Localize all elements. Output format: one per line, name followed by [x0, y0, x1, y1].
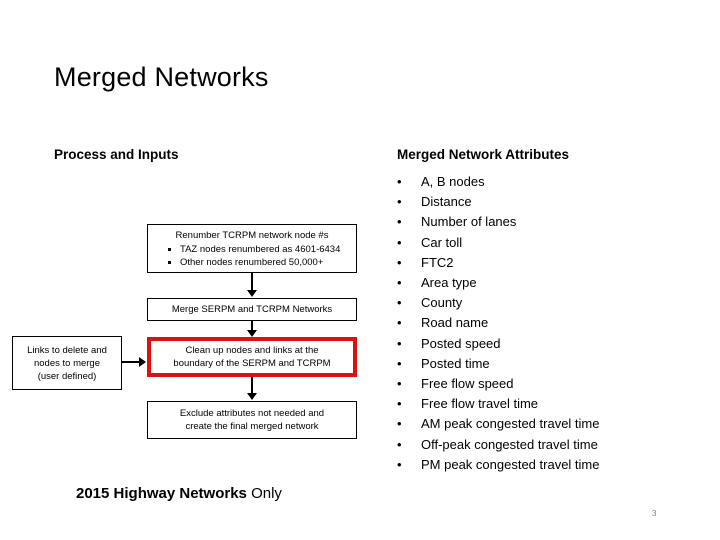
- flow-box-exclude-line1: Exclude attributes not needed and: [179, 408, 325, 419]
- merged-network-attributes-heading: Merged Network Attributes: [397, 147, 570, 162]
- list-item: Distance: [393, 192, 693, 212]
- list-item: Number of lanes: [393, 212, 693, 232]
- flowchart: Renumber TCRPM network node #s TAZ nodes…: [0, 0, 390, 540]
- flow-box-merge-label: Merge SERPM and TCRPM Networks: [171, 304, 333, 315]
- footer-note-strong: 2015 Highway Networks: [76, 485, 247, 502]
- flow-box-links-line3: (user defined): [37, 370, 97, 382]
- merged-network-attributes-list: A, B nodes Distance Number of lanes Car …: [393, 172, 693, 475]
- connector-line-renumber-to-merge: [251, 273, 253, 291]
- list-item: Other nodes renumbered 50,000+: [166, 256, 356, 269]
- flow-box-links-to-delete: Links to delete and nodes to merge (user…: [12, 336, 122, 390]
- list-item: Free flow travel time: [393, 394, 693, 414]
- arrow-head-right-icon: [139, 357, 146, 367]
- list-item: Off-peak congested travel time: [393, 435, 693, 455]
- flow-box-exclude-line2: create the final merged network: [185, 421, 319, 432]
- list-item: TAZ nodes renumbered as 4601-6434: [166, 243, 356, 256]
- flow-box-renumber-header: Renumber TCRPM network node #s: [175, 230, 329, 241]
- list-item: Free flow speed: [393, 374, 693, 394]
- arrow-head-down-icon: [247, 330, 257, 337]
- flow-box-cleanup: Clean up nodes and links at the boundary…: [147, 337, 357, 377]
- list-item: Car toll: [393, 233, 693, 253]
- list-item: Area type: [393, 273, 693, 293]
- list-item: Posted time: [393, 354, 693, 374]
- footer-note-light: Only: [246, 485, 282, 502]
- page-number: 3: [652, 509, 657, 518]
- list-item: Posted speed: [393, 334, 693, 354]
- connector-line-cleanup-to-exclude: [251, 377, 253, 394]
- list-item: AM peak congested travel time: [393, 414, 693, 434]
- list-item: FTC2: [393, 253, 693, 273]
- flow-box-cleanup-line1: Clean up nodes and links at the: [185, 345, 319, 356]
- list-item: County: [393, 293, 693, 313]
- flow-box-merge: Merge SERPM and TCRPM Networks: [147, 298, 357, 321]
- footer-note: 2015 Highway Networks Only: [76, 485, 282, 502]
- list-item: A, B nodes: [393, 172, 693, 192]
- flow-box-cleanup-line2: boundary of the SERPM and TCRPM: [173, 358, 331, 369]
- connector-line-links-to-cleanup: [122, 361, 140, 363]
- arrow-head-down-icon: [247, 290, 257, 297]
- flow-box-links-line2: nodes to merge: [33, 357, 100, 369]
- flow-box-exclude: Exclude attributes not needed and create…: [147, 401, 357, 439]
- slide-canvas: Merged Networks Process and Inputs Merge…: [0, 0, 720, 540]
- arrow-head-down-icon: [247, 393, 257, 400]
- flow-box-renumber-bullets: TAZ nodes renumbered as 4601-6434 Other …: [148, 243, 356, 269]
- flow-box-renumber: Renumber TCRPM network node #s TAZ nodes…: [147, 224, 357, 273]
- flow-box-links-line1: Links to delete and: [27, 344, 107, 356]
- list-item: Road name: [393, 313, 693, 333]
- list-item: PM peak congested travel time: [393, 455, 693, 475]
